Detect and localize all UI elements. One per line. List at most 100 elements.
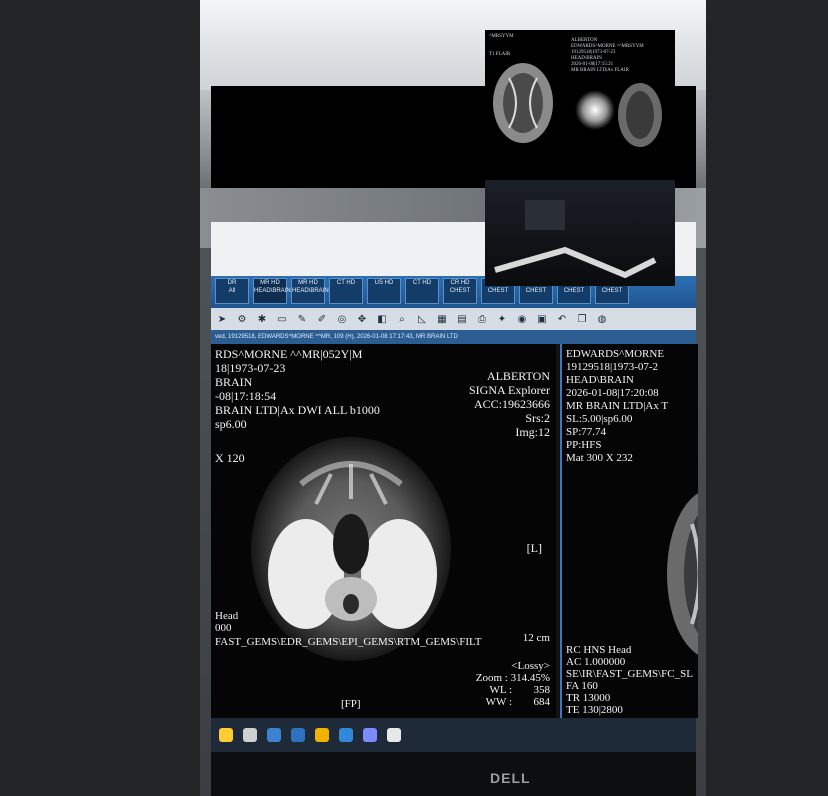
grid-icon[interactable]: ▦ (435, 312, 449, 326)
edit-icon[interactable]: ✐ (315, 312, 329, 326)
pen-icon[interactable]: ✎ (295, 312, 309, 326)
right-matrix: Mat 300 X 232 (566, 452, 633, 464)
series-tab-sub: CHEST (601, 288, 623, 294)
star-icon[interactable]: ✦ (495, 312, 509, 326)
series-tab-sub: CHEST (449, 288, 471, 294)
series-tab-2[interactable]: MR HD HEAD\BRAIN (291, 278, 329, 304)
layout-icon[interactable]: ▤ (455, 312, 469, 326)
right-pp: PP:HFS (566, 439, 602, 451)
institution: ALBERTON (486, 369, 550, 383)
right-coil: RC HNS Head (566, 644, 632, 656)
color-icon[interactable]: ◉ (515, 312, 529, 326)
right-tr: TR 13000 (566, 692, 611, 704)
undo-icon[interactable]: ↶ (555, 312, 569, 326)
image-number: Img:12 (515, 425, 550, 439)
brain-flair-image (667, 493, 698, 655)
series-number: Srs:2 (525, 411, 550, 425)
right-study: HEAD\BRAIN (566, 374, 634, 386)
move-icon[interactable]: ✥ (355, 312, 369, 326)
status-line: ved, 19129518, EDWARDS^MORNE ^^MR, 109 (… (211, 330, 696, 344)
copy-icon[interactable]: ❐ (575, 312, 589, 326)
coil-value: 000 (215, 622, 232, 634)
series-tab-label: CT HD (336, 280, 356, 286)
right-patient-name: EDWARDS^MORNE (566, 348, 665, 360)
series-tab-6[interactable]: CR HD CHEST (443, 278, 477, 304)
accession: ACC:19623666 (473, 397, 550, 411)
series-tab-1[interactable]: MR HD HEAD\BRAIN (253, 278, 291, 304)
brain-dwi-image (251, 437, 451, 661)
window-width-label: WW : (485, 696, 512, 708)
left-image-viewport[interactable]: RDS^MORNE ^^MR|052Y|M 18|1973-07-23 BRAI… (211, 344, 556, 718)
study-description: BRAIN (215, 375, 253, 389)
series-tab-sub: HEAD\BRAIN (292, 288, 329, 294)
pointer-icon[interactable]: ➤ (215, 312, 229, 326)
reference-desk (485, 180, 675, 286)
app2-icon[interactable] (363, 728, 377, 742)
user-icon[interactable]: ◍ (595, 312, 609, 326)
matrix: X 120 (215, 451, 245, 465)
reference-desk-objects (494, 200, 657, 279)
series-tab-0[interactable]: DR All (215, 278, 249, 304)
window-level-value: 358 (533, 684, 551, 696)
orientation-marker: [L] (526, 541, 542, 555)
print-icon[interactable]: ⎙ (475, 312, 489, 326)
series-tab-sub: CHEST (525, 288, 547, 294)
zoom-level: Zoom : 314.45% (475, 672, 550, 684)
app-icon[interactable] (339, 728, 353, 742)
series-tab-4[interactable]: US HD (367, 278, 401, 304)
zoom-icon[interactable]: ⌕ (395, 312, 409, 326)
taskview-icon[interactable] (267, 728, 281, 742)
patient-name: RDS^MORNE ^^MR|052Y|M (215, 347, 363, 361)
series-description: BRAIN LTD|Ax DWI ALL b1000 (215, 403, 380, 417)
series-tab-label: US HD (374, 280, 394, 286)
study-datetime: -08|17:18:54 (215, 389, 277, 403)
right-sp: SP:77.74 (566, 426, 607, 438)
right-ac: AC 1.000000 (566, 656, 626, 668)
fp-marker: [FP] (341, 698, 361, 710)
ref-left-label: T1 FLAIR (489, 52, 511, 57)
folder-icon[interactable] (219, 728, 233, 742)
series-tab-label: CR HD (450, 280, 470, 286)
series-tab-sub: CHEST (563, 288, 585, 294)
settings-icon[interactable]: ⚙ (235, 312, 249, 326)
right-image-viewport[interactable]: EDWARDS^MORNE 19129518|1973-07-2 HEAD\BR… (560, 344, 698, 718)
series-tab-3[interactable]: CT HD (329, 278, 363, 304)
series-tab-label: DR (227, 280, 237, 286)
series-tab-sub: CHEST (487, 288, 509, 294)
gear-icon[interactable]: ✱ (255, 312, 269, 326)
ref-header-left: ^MRSYYM (489, 34, 514, 39)
monitor-screen: DR All MR HD HEAD\BRAIN MR HD HEAD\BRAIN CT HD… (211, 276, 698, 718)
edge-icon[interactable] (291, 728, 305, 742)
lossy-flag: <Lossy> (511, 660, 550, 672)
reference-photo: ^MRSYYM T1 FLAIR ALBERTON EDWARDS^MORNE … (485, 30, 675, 286)
ref-header-6: MR BRAIN LTD|Ax FLAIR (571, 68, 629, 73)
chrome-icon[interactable] (387, 728, 401, 742)
coil: Head (215, 610, 239, 622)
right-datetime: 2026-01-08|17:20:08 (566, 387, 659, 399)
reference-brain-left (493, 63, 553, 143)
target-icon[interactable]: ◎ (335, 312, 349, 326)
search-icon[interactable] (243, 728, 257, 742)
sequence-name: FAST_GEMS\EDR_GEMS\EPI_GEMS\RTM_GEMS\FIL… (215, 636, 482, 648)
series-tab-sub: All (228, 288, 236, 294)
right-slice: SL:5.00|sp6.00 (566, 413, 633, 425)
explorer-icon[interactable] (315, 728, 329, 742)
reference-screen: ^MRSYYM T1 FLAIR ALBERTON EDWARDS^MORNE … (485, 30, 675, 180)
screen-icon[interactable]: ▣ (535, 312, 549, 326)
measure-icon[interactable]: ◺ (415, 312, 429, 326)
document-icon[interactable]: ▭ (275, 312, 289, 326)
dell-logo: DELL (490, 770, 531, 786)
window-width-value: 684 (533, 696, 551, 708)
right-fa: FA 160 (566, 680, 598, 692)
window-level-label: WL : (489, 684, 513, 696)
scale-label: 12 cm (522, 632, 550, 644)
series-tab-5[interactable]: CT HD (405, 278, 439, 304)
window-level-icon[interactable]: ◧ (375, 312, 389, 326)
patient-id-dob: 18|1973-07-23 (215, 361, 286, 375)
right-patient-id-dob: 19129518|1973-07-2 (566, 361, 659, 373)
right-series: MR BRAIN LTD|Ax T (566, 400, 669, 412)
monitor-bezel (211, 752, 696, 796)
right-te: TE 130|2800 (566, 704, 623, 716)
series-tab-label: MR HD (298, 280, 318, 286)
taskbar (211, 718, 696, 752)
